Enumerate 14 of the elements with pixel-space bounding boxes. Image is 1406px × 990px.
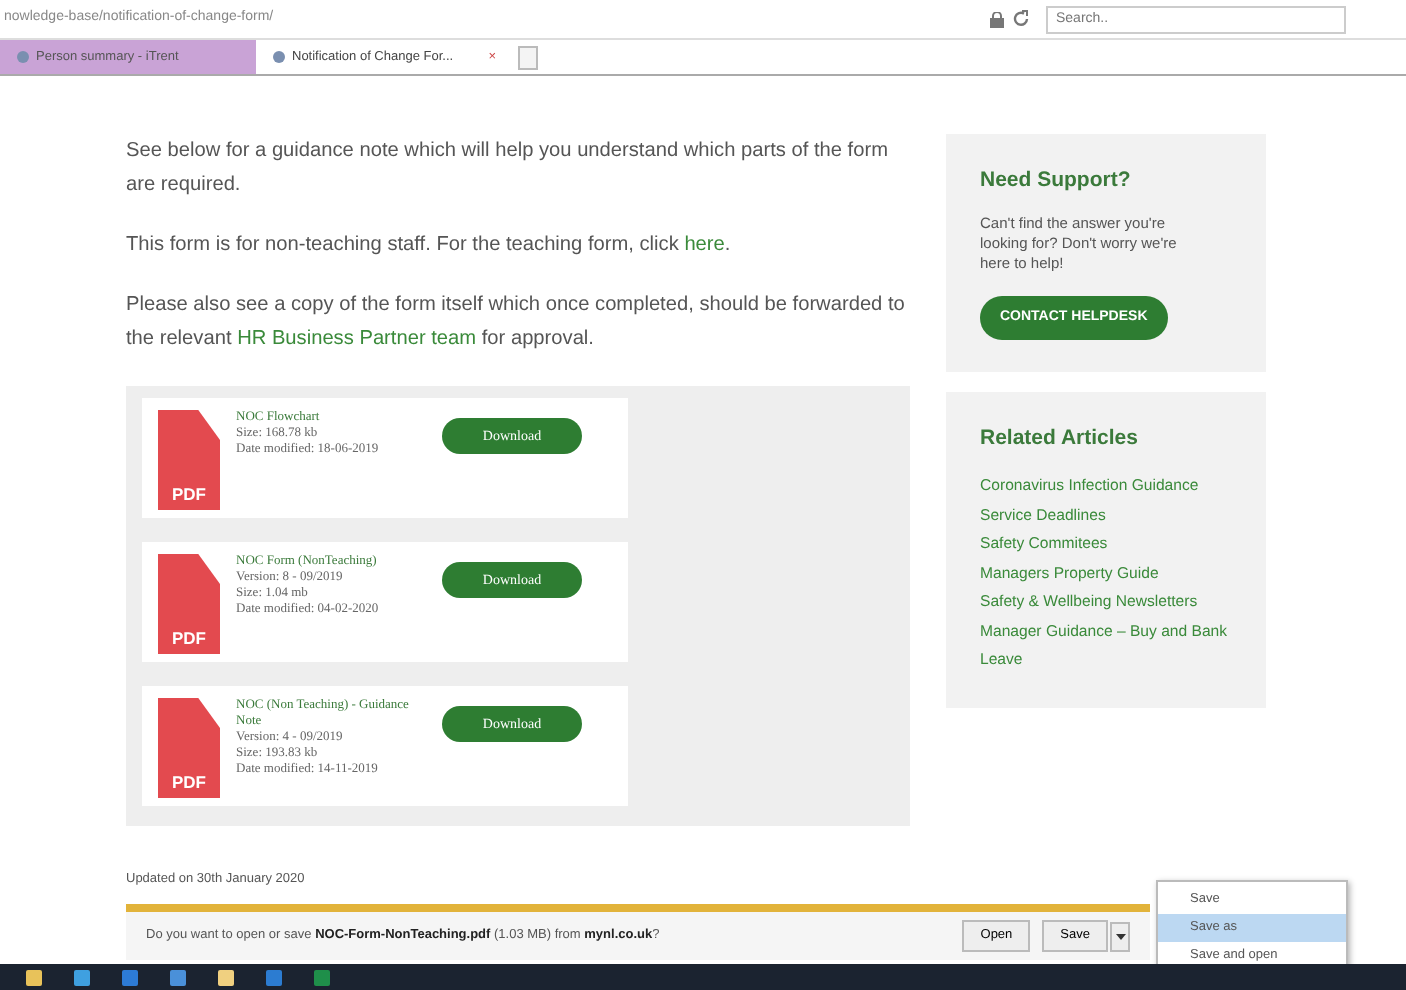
support-heading: Need Support? — [980, 166, 1133, 196]
caret-icon — [1115, 933, 1125, 939]
text-link[interactable]: HR Business Partner team — [237, 328, 477, 350]
pdf-icon: PDF — [158, 698, 220, 798]
pdf-icon: PDF — [158, 410, 220, 510]
refresh-icon[interactable] — [1012, 10, 1030, 28]
text-link[interactable]: here — [684, 234, 725, 256]
pdf-icon: PDF — [158, 554, 220, 654]
dropdown-button[interactable] — [1110, 921, 1130, 951]
paragraph: See below for a guidance note which will help you understand which parts of the form are required. — [126, 138, 890, 200]
paragraph: This form is for non-teaching staff. For the teaching form, click here. — [126, 232, 733, 260]
paragraph: Please also see a copy of the form itself which once completed, should be forwarded to the relevant HR Business Partner team for approval. — [126, 292, 907, 354]
lock-icon — [990, 11, 1004, 27]
related-heading: Related Articles — [980, 424, 1140, 455]
